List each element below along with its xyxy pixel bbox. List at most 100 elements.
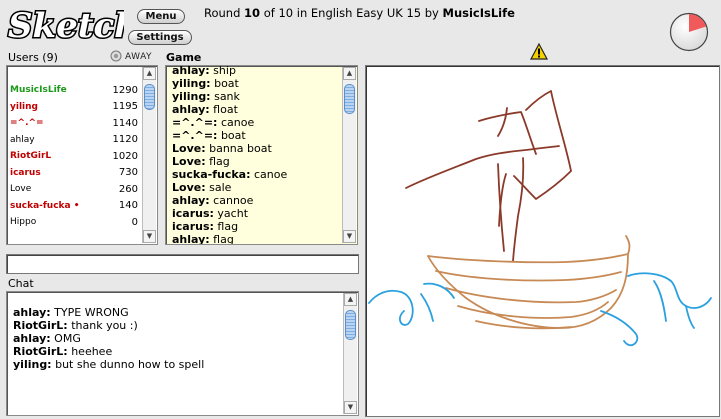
round-host: MusicIsLife (442, 6, 515, 20)
game-scrollbar[interactable]: ▲ ▼ (342, 67, 356, 243)
guess-line: ahlay: flag (172, 233, 332, 245)
chat-message: RiotGirL: thank you :) (13, 319, 333, 332)
message-text: canoe (217, 116, 255, 129)
user-row[interactable]: sucka-fucka • 140 (10, 198, 138, 215)
away-label: AWAY (125, 52, 153, 62)
scroll-up-arrow-icon[interactable]: ▲ (344, 293, 357, 306)
scroll-down-arrow-icon[interactable]: ▼ (343, 230, 356, 243)
message-text: flag (213, 220, 239, 233)
scroll-down-arrow-icon[interactable]: ▼ (344, 401, 357, 414)
users-scrollbar[interactable]: ▲ ▼ (142, 67, 156, 243)
message-user: ahlay: (172, 194, 210, 207)
user-name: =^.^= (10, 118, 44, 129)
game-header: Game (166, 51, 202, 64)
game-log: ahlay: ship yiling: boat yiling: sank ahlay… (172, 65, 332, 245)
user-row[interactable]: RiotGirL 1020 (10, 148, 138, 165)
water-strokes (368, 272, 712, 347)
menu-button[interactable]: Menu (137, 9, 185, 24)
user-name: MusicIsLife (10, 85, 67, 96)
user-score: 1120 (112, 134, 138, 146)
message-text: flag (205, 155, 230, 168)
user-row[interactable]: Hippo 0 (10, 214, 138, 231)
user-row[interactable]: MusicIsLife 1290 (10, 82, 138, 99)
message-text: ship (209, 65, 236, 77)
user-row[interactable]: yiling 1195 (10, 99, 138, 116)
users-header: Users (9) (8, 51, 58, 64)
message-text: yacht (213, 207, 249, 220)
message-user: sucka-fucka: (172, 168, 251, 181)
message-text: thank you :) (67, 319, 138, 332)
message-user: =^.^=: (172, 116, 218, 129)
warning-icon[interactable] (530, 43, 548, 60)
user-score: 260 (118, 183, 138, 195)
guess-input[interactable] (6, 254, 359, 274)
user-name: Love (10, 184, 32, 195)
message-user: RiotGirL: (13, 319, 68, 332)
user-name: sucka-fucka • (10, 200, 80, 211)
user-name: ahlay (10, 134, 35, 145)
chat-panel: ahlay: TYPE WRONG RiotGirL: thank you :) a… (6, 291, 359, 416)
message-user: ahlay: (172, 65, 210, 77)
message-text: cannoe (209, 194, 254, 207)
guess-line: Love: flag (172, 155, 332, 168)
guess-line: ahlay: float (172, 103, 332, 116)
user-score: 1020 (112, 150, 138, 162)
guess-line: sucka-fucka: canoe (172, 168, 332, 181)
user-name: Hippo (10, 217, 37, 228)
message-text: banna boat (205, 142, 272, 155)
user-score: 730 (118, 167, 138, 179)
user-row[interactable]: =^.^= 1140 (10, 115, 138, 132)
message-text: OMG (50, 332, 81, 345)
guess-line: =^.^=: canoe (172, 116, 332, 129)
scroll-thumb[interactable] (144, 84, 155, 110)
user-score: 1290 (112, 84, 138, 96)
sketch-logo: Sketch (7, 5, 125, 47)
user-score: 1195 (112, 101, 138, 113)
chat-log: ahlay: TYPE WRONG RiotGirL: thank you :) a… (13, 306, 333, 371)
scroll-down-arrow-icon[interactable]: ▼ (143, 230, 156, 243)
user-name: yiling (10, 101, 38, 112)
guess-line: Love: sale (172, 181, 332, 194)
message-text: canoe (250, 168, 288, 181)
message-user: icarus: (172, 220, 214, 233)
message-user: Love: (172, 142, 206, 155)
message-user: yiling: (172, 90, 211, 103)
guess-line: icarus: flag (172, 220, 332, 233)
settings-button[interactable]: Settings (128, 30, 192, 45)
user-row[interactable]: Love 260 (10, 181, 138, 198)
guess-line: ahlay: cannoe (172, 194, 332, 207)
user-row[interactable]: ahlay 1120 (10, 132, 138, 149)
guess-line: yiling: boat (172, 77, 332, 90)
guess-line: icarus: yacht (172, 207, 332, 220)
round-info: Round 10 of 10 in English Easy UK 15 by … (204, 6, 515, 20)
guess-line: Love: banna boat (172, 142, 332, 155)
scroll-thumb[interactable] (345, 310, 356, 340)
user-row[interactable]: icarus 730 (10, 165, 138, 182)
message-user: RiotGirL: (13, 345, 68, 358)
away-radio-icon[interactable] (110, 50, 122, 62)
message-user: yiling: (172, 77, 211, 90)
drawing-canvas[interactable] (365, 65, 720, 417)
message-user: ahlay: (172, 103, 210, 116)
message-user: Love: (172, 181, 206, 194)
user-score: 1140 (112, 117, 138, 129)
guess-line: ahlay: ship (172, 65, 332, 77)
chat-message: ahlay: TYPE WRONG (13, 306, 333, 319)
scroll-up-arrow-icon[interactable]: ▲ (143, 67, 156, 80)
scroll-thumb[interactable] (344, 84, 355, 114)
message-text: boat (217, 129, 246, 142)
user-score: 140 (118, 200, 138, 212)
logo-text: Sketch (8, 6, 124, 46)
scroll-up-arrow-icon[interactable]: ▲ (343, 67, 356, 80)
chat-scrollbar[interactable]: ▲ ▼ (343, 293, 357, 414)
round-number: 10 (244, 6, 261, 20)
chat-header: Chat (8, 277, 34, 290)
user-score: 0 (131, 216, 138, 228)
user-name: icarus (10, 167, 41, 178)
message-text: flag (209, 233, 234, 245)
message-user: =^.^=: (172, 129, 218, 142)
message-user: icarus: (172, 207, 214, 220)
user-name: RiotGirL (10, 151, 52, 162)
round-prefix: Round (204, 6, 241, 20)
message-user: ahlay: (13, 332, 51, 345)
